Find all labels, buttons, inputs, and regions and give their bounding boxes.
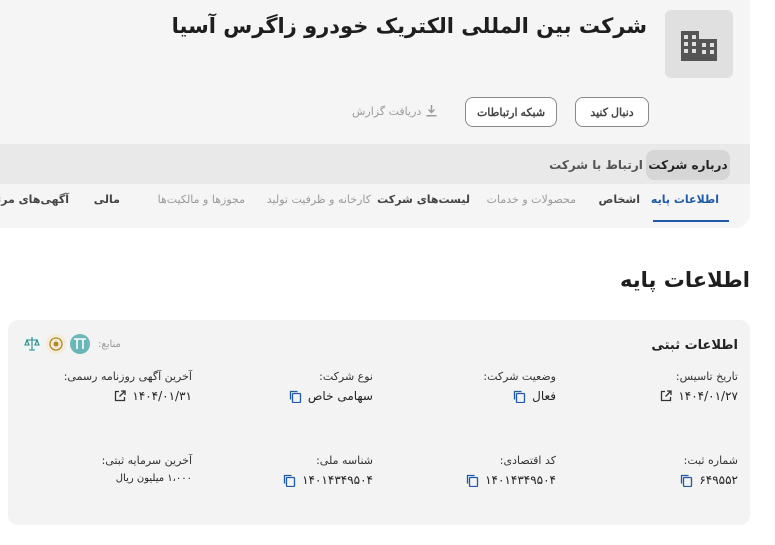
- tab-factory[interactable]: کارخانه و ظرفیت تولید: [267, 193, 371, 206]
- company-status-value: فعال: [532, 389, 556, 403]
- field-label: شناسه ملی:: [316, 454, 373, 467]
- company-header: شرکت بین المللی الکتریک خودرو زاگرس آسیا…: [0, 0, 750, 228]
- registered-capital-value: ۱،۰۰۰ میلیون ریال: [115, 473, 192, 484]
- field-registered-capital: آخرین سرمایه ثبتی: ۱،۰۰۰ میلیون ریال: [22, 454, 192, 484]
- field-label: آخرین آگهی روزنامه رسمی:: [63, 370, 192, 383]
- field-label: آخرین سرمایه ثبتی:: [101, 454, 192, 467]
- active-tab-indicator: [653, 220, 729, 222]
- follow-button[interactable]: دنبال کنید: [575, 97, 649, 127]
- registry-icon[interactable]: [70, 334, 90, 354]
- field-label: تاریخ تاسیس:: [675, 370, 738, 383]
- toggle-about-company[interactable]: درباره شرکت: [646, 150, 730, 180]
- copy-icon[interactable]: [283, 474, 296, 487]
- external-link-icon[interactable]: [660, 390, 672, 402]
- field-label: نوع شرکت:: [319, 370, 373, 383]
- card-title: اطلاعات ثبتی: [651, 338, 738, 353]
- registration-info-card: اطلاعات ثبتی منابع: تاریخ تاسیس: ۱۴۰۴/۰۱…: [8, 320, 750, 525]
- sources-label: منابع:: [98, 338, 121, 350]
- download-report-label: دریافت گزارش: [352, 104, 422, 118]
- field-label: کد اقتصادی:: [499, 454, 556, 467]
- network-button[interactable]: شبکه ارتباطات: [465, 97, 557, 127]
- company-name: شرکت بین المللی الکتریک خودرو زاگرس آسیا: [171, 14, 647, 38]
- company-type-value: سهامی خاص: [307, 389, 373, 403]
- tab-persons[interactable]: اشخاص: [599, 193, 640, 206]
- field-label: شماره ثبت:: [683, 454, 738, 467]
- scales-icon[interactable]: [22, 334, 42, 354]
- download-icon: [426, 105, 437, 117]
- tab-products[interactable]: محصولات و خدمات: [487, 193, 576, 206]
- registration-number-value: ۶۴۹۵۵۲: [699, 473, 738, 487]
- copy-icon[interactable]: [289, 390, 302, 403]
- field-economic-code: کد اقتصادی: ۱۴۰۱۴۳۴۹۵۰۴: [386, 454, 556, 487]
- sources: منابع:: [22, 334, 121, 354]
- tab-company-lists[interactable]: لیست‌های شرکت: [377, 193, 470, 206]
- external-link-icon[interactable]: [114, 390, 126, 402]
- field-company-status: وضعیت شرکت: فعال: [386, 370, 556, 403]
- field-registration-number: شماره ثبت: ۶۴۹۵۵۲: [568, 454, 738, 487]
- field-last-gazette: آخرین آگهی روزنامه رسمی: ۱۴۰۴/۰۱/۳۱: [22, 370, 192, 403]
- field-national-id: شناسه ملی: ۱۴۰۱۴۳۴۹۵۰۴: [203, 454, 373, 487]
- economic-code-value: ۱۴۰۱۴۳۴۹۵۰۴: [485, 473, 556, 487]
- tab-financial[interactable]: مالی: [94, 193, 120, 206]
- section-title: اطلاعات پایه: [620, 268, 750, 292]
- tab-basic-info[interactable]: اطلاعات پایه: [651, 193, 719, 206]
- tab-licenses[interactable]: مجوزها و مالکیت‌ها: [158, 193, 245, 206]
- tab-related-ads[interactable]: آگهی‌های مرتبط: [0, 193, 69, 206]
- copy-icon[interactable]: [513, 390, 526, 403]
- section-toggle-bar: درباره شرکت ارتباط با شرکت: [0, 144, 750, 184]
- last-gazette-value: ۱۴۰۴/۰۱/۳۱: [132, 389, 192, 403]
- building-icon: [681, 31, 717, 61]
- founding-date-value: ۱۴۰۴/۰۱/۲۷: [678, 389, 738, 403]
- toggle-contact-company[interactable]: ارتباط با شرکت: [549, 150, 643, 180]
- field-label: وضعیت شرکت:: [483, 370, 556, 383]
- copy-icon[interactable]: [680, 474, 693, 487]
- company-logo: [665, 10, 733, 78]
- download-report-button[interactable]: دریافت گزارش: [352, 101, 437, 121]
- copy-icon[interactable]: [466, 474, 479, 487]
- field-founding-date: تاریخ تاسیس: ۱۴۰۴/۰۱/۲۷: [568, 370, 738, 403]
- emblem-icon[interactable]: [46, 334, 66, 354]
- national-id-value: ۱۴۰۱۴۳۴۹۵۰۴: [302, 473, 373, 487]
- field-company-type: نوع شرکت: سهامی خاص: [203, 370, 373, 403]
